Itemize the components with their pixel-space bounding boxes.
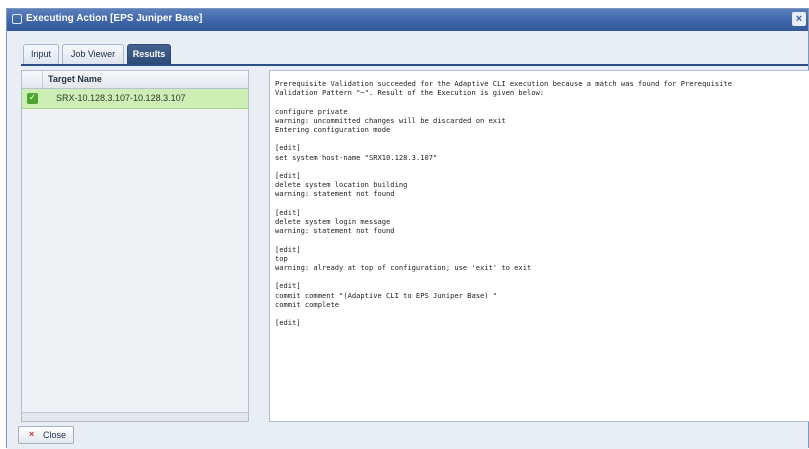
status-column-header[interactable] <box>22 71 43 88</box>
tab-results[interactable]: Results <box>127 44 171 64</box>
target-name: SRX-10.128.3.107-10.128.3.107 <box>56 93 186 103</box>
success-check-icon: ✓ <box>27 93 38 104</box>
target-row[interactable]: ✓ SRX-10.128.3.107-10.128.3.107 <box>22 89 248 109</box>
close-button[interactable]: × Close <box>18 426 74 444</box>
close-x-icon: × <box>29 429 35 439</box>
dialog-title: Executing Action [EPS Juniper Base] <box>26 13 203 24</box>
tab-strip: Input Job Viewer Results <box>21 42 808 66</box>
tab-job-viewer[interactable]: Job Viewer <box>62 44 124 64</box>
targets-grid-header: Target Name <box>22 71 248 89</box>
target-name-column-header[interactable]: Target Name <box>48 74 102 84</box>
execution-output-text: Prerequisite Validation succeeded for th… <box>275 79 732 328</box>
tab-input[interactable]: Input <box>23 44 59 64</box>
executing-action-dialog: Executing Action [EPS Juniper Base] × In… <box>6 8 809 449</box>
dialog-footer: × Close <box>7 423 808 449</box>
targets-grid-footer <box>22 412 248 421</box>
close-button-label: Close <box>43 430 67 440</box>
window-icon <box>12 14 22 24</box>
titlebar-close-icon[interactable]: × <box>792 12 806 26</box>
dialog-titlebar[interactable]: Executing Action [EPS Juniper Base] × <box>7 9 808 31</box>
targets-grid: Target Name ✓ SRX-10.128.3.107-10.128.3.… <box>21 70 249 422</box>
results-output-panel[interactable]: Prerequisite Validation succeeded for th… <box>269 70 809 422</box>
